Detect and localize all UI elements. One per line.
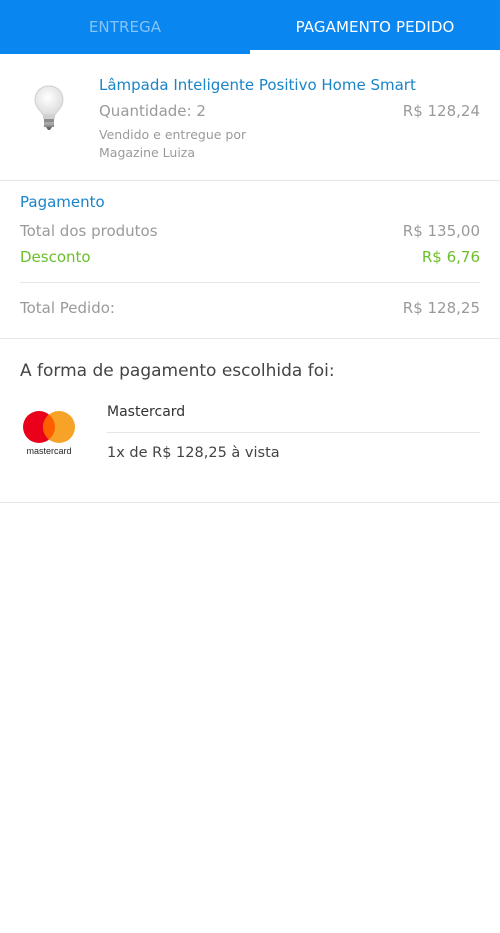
seller-line-1: Vendido e entregue por — [99, 127, 247, 142]
summary-divider — [20, 282, 480, 283]
discount-label: Desconto — [20, 248, 91, 266]
seller-info: Vendido e entregue por Magazine Luiza — [99, 126, 246, 162]
tab-bar: ENTREGA PAGAMENTO PEDIDO — [0, 0, 500, 54]
installment-info: 1x de R$ 128,25 à vista — [107, 445, 280, 461]
tab-payment[interactable]: PAGAMENTO PEDIDO — [250, 0, 500, 54]
payment-method: A forma de pagamento escolhida foi: mast… — [0, 339, 500, 503]
products-total-value: R$ 135,00 — [402, 222, 480, 240]
order-total-label: Total Pedido: — [20, 299, 115, 317]
light-bulb-icon — [34, 85, 64, 130]
payment-method-title: A forma de pagamento escolhida foi: — [20, 361, 335, 381]
product-quantity: Quantidade: 2 — [99, 102, 206, 120]
product-price: R$ 128,24 — [402, 102, 480, 120]
card-brand: Mastercard — [107, 404, 186, 420]
method-divider — [107, 432, 480, 433]
discount-value: R$ 6,76 — [421, 248, 480, 266]
payment-summary: Pagamento Total dos produtos R$ 135,00 D… — [0, 181, 500, 339]
product-item: Lâmpada Inteligente Positivo Home Smart … — [0, 54, 500, 181]
products-total-label: Total dos produtos — [20, 222, 158, 240]
mastercard-logo-text: mastercard — [26, 446, 71, 456]
mastercard-logo-icon: mastercard — [23, 411, 75, 456]
order-total-value: R$ 128,25 — [402, 299, 480, 317]
product-name[interactable]: Lâmpada Inteligente Positivo Home Smart — [99, 76, 416, 94]
tab-delivery[interactable]: ENTREGA — [0, 0, 250, 54]
seller-line-2: Magazine Luiza — [99, 145, 196, 160]
payment-title: Pagamento — [20, 193, 105, 211]
